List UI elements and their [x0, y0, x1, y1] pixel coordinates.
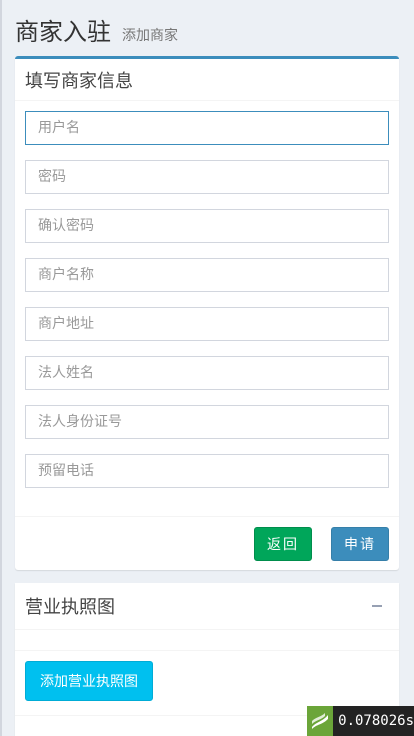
debug-trace-badge[interactable]: 0.078026s [307, 706, 414, 736]
back-button[interactable]: 返回 [254, 527, 312, 561]
add-business-license-button[interactable]: 添加营业执照图 [25, 661, 153, 701]
merchant-info-header: 填写商家信息 [15, 59, 399, 101]
legal-person-name-input[interactable] [25, 356, 389, 390]
password-input[interactable] [25, 160, 389, 194]
merchant-info-box: 填写商家信息 返回 申请 [15, 56, 399, 570]
apply-button[interactable]: 申请 [331, 527, 389, 561]
execution-time: 0.078026s [338, 713, 414, 729]
form-footer: 返回 申请 [15, 516, 399, 570]
page-title: 商家入驻 [15, 18, 111, 46]
thinkphp-trace-icon [307, 706, 334, 736]
divider [15, 650, 399, 651]
sidebar-edge [0, 0, 2, 736]
business-license-header: 营业执照图 [15, 583, 399, 630]
legal-person-id-input[interactable] [25, 405, 389, 439]
confirm-password-input[interactable] [25, 209, 389, 243]
content-header: 商家入驻 添加商家 [15, 12, 178, 48]
business-license-title: 营业执照图 [25, 597, 115, 618]
merchant-address-input[interactable] [25, 307, 389, 341]
minus-icon[interactable] [369, 598, 385, 614]
reserved-phone-input[interactable] [25, 454, 389, 488]
page-subtitle: 添加商家 [122, 28, 178, 44]
merchant-info-title: 填写商家信息 [25, 70, 133, 92]
username-input[interactable] [25, 111, 389, 145]
merchant-name-input[interactable] [25, 258, 389, 292]
